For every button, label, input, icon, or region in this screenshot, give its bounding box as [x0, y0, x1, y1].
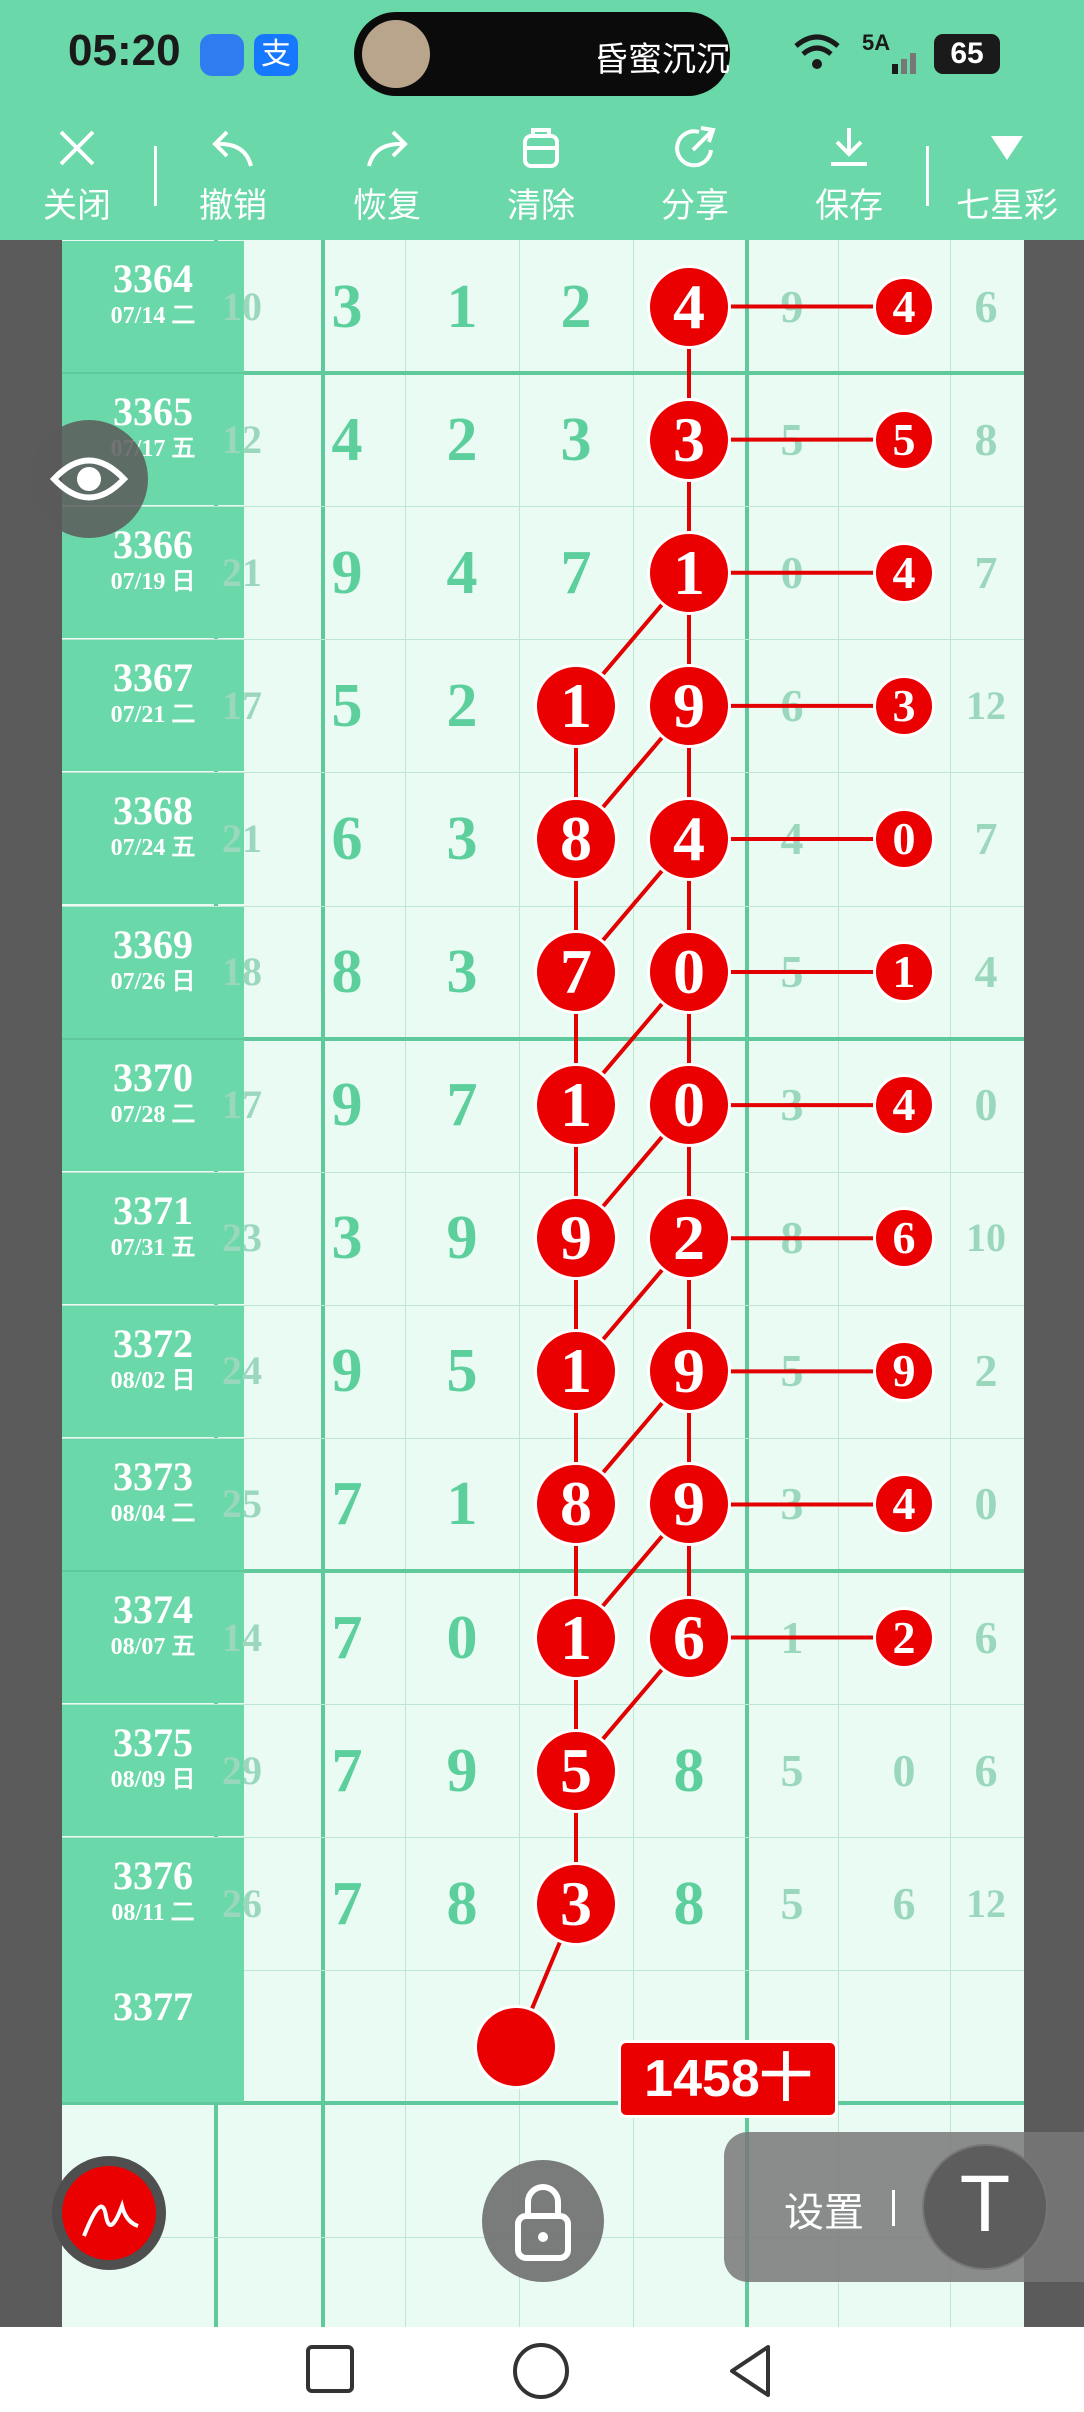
pen-scribble-icon — [82, 2199, 139, 2237]
signal-icon — [862, 50, 922, 79]
highlight-ball: 8 — [534, 1462, 618, 1547]
clear-button[interactable]: 清除 — [466, 110, 616, 240]
lock-button[interactable] — [482, 2160, 604, 2282]
eye-icon — [49, 457, 129, 501]
settings-divider — [892, 2190, 895, 2226]
system-nav-bar — [0, 2327, 1084, 2412]
alipay-icon: 支 — [254, 34, 298, 76]
recent-apps-button[interactable] — [306, 2345, 354, 2393]
redo-icon — [367, 130, 408, 167]
highlight-ball: 5 — [534, 1728, 618, 1813]
highlight-ball: 1 — [534, 1063, 618, 1148]
highlight-ball: 4 — [647, 264, 731, 349]
highlight-ball: 6 — [647, 1595, 731, 1680]
battery-level: 65 — [950, 37, 984, 70]
lottery-type-label: 七星彩 — [956, 186, 1058, 226]
redo-label: 恢复 — [353, 186, 421, 226]
highlight-ball: 2 — [873, 1606, 935, 1669]
battery-icon: 65 — [934, 34, 1000, 74]
highlight-ball: 6 — [873, 1207, 935, 1270]
share-label: 分享 — [661, 186, 729, 226]
lock-icon — [515, 2184, 571, 2261]
trend-chart-table[interactable]: 3364 07/14 二 10 3 1 2 9 6 3365 07/17 五 12 4 2 3 5 8 3366… — [62, 240, 1024, 2327]
share-button[interactable]: 分享 — [620, 110, 770, 240]
highlight-ball: 1 — [534, 1329, 618, 1414]
prediction-ball — [474, 2004, 558, 2089]
highlight-ball: 3 — [873, 674, 935, 737]
highlight-ball: 0 — [647, 1063, 731, 1148]
redo-button[interactable]: 恢复 — [312, 110, 462, 240]
highlight-ball: 4 — [873, 541, 935, 604]
close-button[interactable]: 关闭 — [2, 110, 152, 240]
highlight-ball: 4 — [873, 275, 935, 338]
toolbar: 关闭 撤销 恢复 清除 分享 保存 七星彩 — [0, 110, 1084, 240]
highlight-ball: 4 — [647, 796, 731, 881]
home-button[interactable] — [513, 2343, 569, 2399]
highlight-ball: 9 — [534, 1196, 618, 1281]
save-label: 保存 — [815, 186, 883, 226]
toolbar-divider — [926, 146, 929, 206]
next-issue-cell: 3377 — [62, 1969, 244, 2102]
close-label: 关闭 — [43, 186, 111, 226]
highlight-ball: 9 — [647, 663, 731, 748]
close-icon — [59, 130, 95, 166]
wifi-icon — [792, 32, 842, 72]
highlight-ball: 9 — [647, 1462, 731, 1547]
eye-toggle-button[interactable] — [30, 420, 148, 538]
status-time: 05:20 — [68, 26, 181, 75]
prediction-tag-text: 1458十 — [644, 2050, 812, 2108]
back-button[interactable] — [722, 2341, 778, 2401]
next-issue-number: 3377 — [113, 1984, 193, 2029]
dynamic-island[interactable]: 昏蜜沉沉 — [354, 12, 730, 96]
highlight-ball: 4 — [873, 1074, 935, 1137]
settings-label[interactable]: 设置 — [784, 2180, 864, 2238]
pen-tool-button[interactable] — [52, 2156, 166, 2270]
triangle-down-icon — [991, 136, 1023, 160]
highlight-ball: 4 — [873, 1473, 935, 1536]
settings-panel[interactable]: 设置 T — [724, 2132, 1084, 2282]
pen-color-indicator — [62, 2166, 156, 2260]
text-tool-button[interactable]: T — [922, 2144, 1048, 2270]
undo-label: 撤销 — [199, 186, 267, 226]
trash-icon — [523, 128, 559, 168]
undo-button[interactable]: 撤销 — [158, 110, 308, 240]
undo-icon — [212, 130, 253, 167]
highlight-ball: 0 — [647, 930, 731, 1015]
highlight-ball: 3 — [647, 397, 731, 482]
share-icon — [675, 126, 716, 168]
highlight-ball: 7 — [534, 930, 618, 1015]
message-app-icon — [200, 34, 244, 76]
lottery-type-dropdown[interactable]: 七星彩 — [932, 110, 1082, 240]
status-bar: 05:20 支 昏蜜沉沉 5A 65 — [0, 0, 1084, 110]
highlight-ball: 1 — [534, 663, 618, 748]
save-button[interactable]: 保存 — [774, 110, 924, 240]
highlight-ball: 3 — [534, 1861, 618, 1946]
highlight-ball: 8 — [534, 796, 618, 881]
island-text: 昏蜜沉沉 — [594, 40, 730, 80]
prediction-tag: 1458十 — [618, 2040, 838, 2118]
toolbar-divider — [154, 146, 157, 206]
highlight-ball: 1 — [647, 530, 731, 615]
download-icon — [831, 128, 867, 166]
highlight-ball: 1 — [534, 1595, 618, 1680]
highlight-ball: 2 — [647, 1196, 731, 1281]
highlight-ball: 1 — [873, 941, 935, 1004]
clear-label: 清除 — [507, 186, 575, 226]
album-art-avatar — [362, 20, 430, 88]
highlight-ball: 9 — [873, 1340, 935, 1403]
highlight-ball: 0 — [873, 807, 935, 870]
text-tool-label: T — [961, 2160, 1009, 2249]
highlight-ball: 5 — [873, 408, 935, 471]
highlight-ball: 9 — [647, 1329, 731, 1414]
